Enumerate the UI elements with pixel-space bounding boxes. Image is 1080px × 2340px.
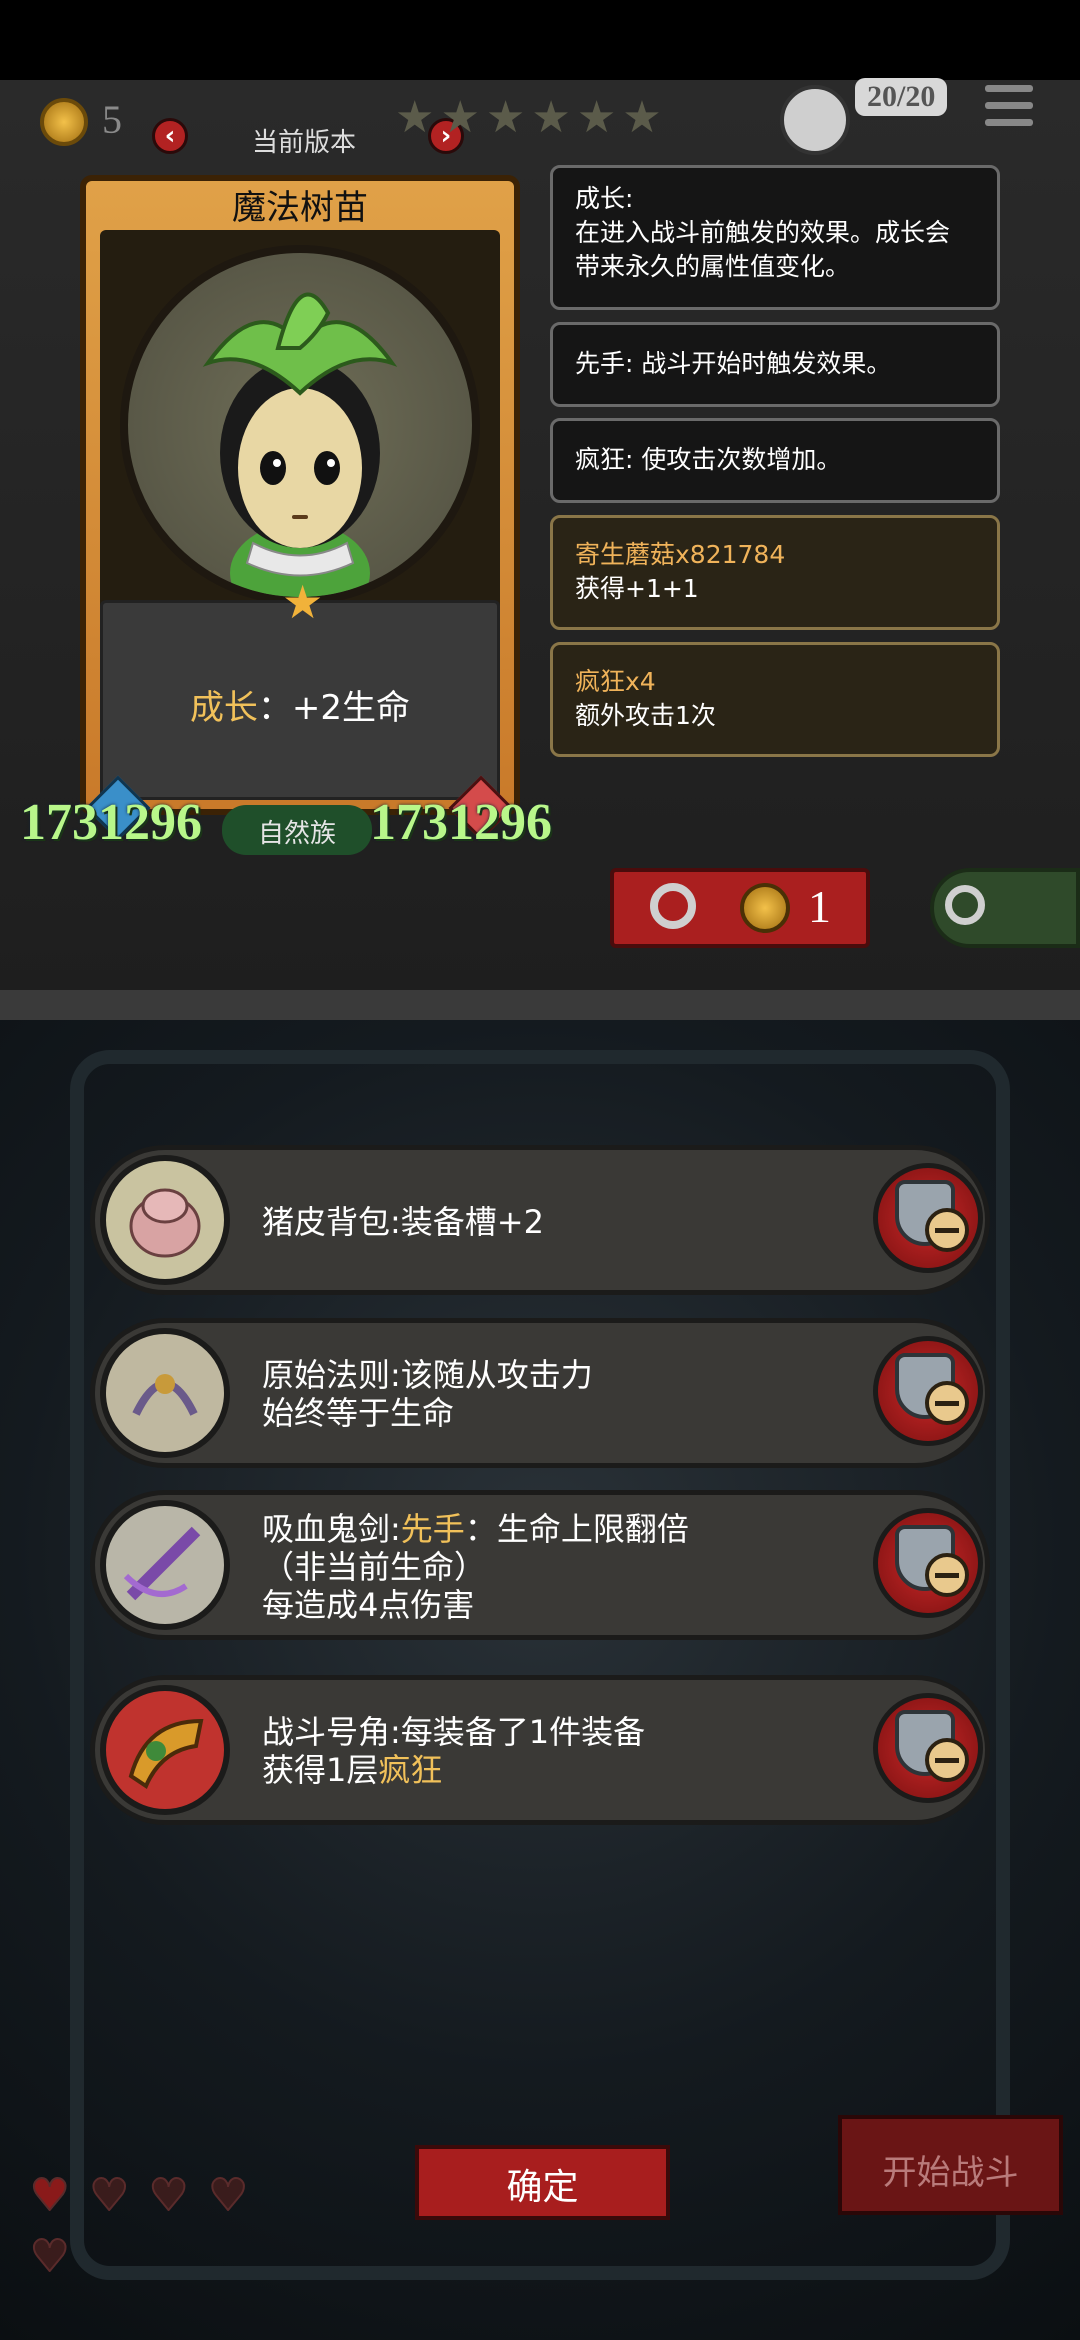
start-battle-label: 开始战斗: [882, 2153, 1019, 2193]
tribe-label: 自然族: [257, 819, 336, 849]
equipment-description: 战斗号角:每装备了1件装备 获得1层疯狂: [262, 1713, 862, 1789]
tooltip-title: 寄生蘑菇x821784: [575, 540, 786, 569]
star-rating: ★ ★ ★ ★ ★ ★: [395, 96, 662, 140]
coin-icon: [740, 883, 790, 933]
minion-portrait: [120, 245, 480, 605]
equipment-description: 原始法则:该随从攻击力 始终等于生命: [262, 1356, 862, 1432]
tooltip-growth: 成长: 在进入战斗前触发的效果。成长会 带来永久的属性值变化。: [550, 165, 1000, 310]
equipment-line: 每造成4点伤害: [262, 1586, 475, 1624]
panel-divider: [0, 990, 1080, 1020]
equipment-description: 吸血鬼剑:先手：生命上限翻倍 （非当前生命） 每造成4点伤害: [262, 1510, 862, 1624]
star-icon: ★: [485, 92, 526, 143]
player-avatar[interactable]: [780, 85, 850, 155]
keyword-first-strike: 先手: [400, 1510, 465, 1548]
sapling-character-icon: [202, 292, 398, 597]
capacity-badge: 20/20: [855, 78, 948, 116]
tooltip-line: 带来永久的属性值变化。: [575, 252, 851, 281]
tooltip-title: 成长:: [575, 184, 634, 213]
star-icon: ★: [440, 92, 480, 143]
primal-law-icon: [100, 1328, 230, 1458]
health-value: 1731296: [370, 794, 552, 851]
star-icon: ★: [622, 92, 662, 143]
keyword-frenzy: 疯狂: [378, 1751, 443, 1789]
card-description: 成长：+2生命: [100, 680, 500, 729]
keyword-growth: 成长: [189, 688, 258, 728]
tooltip-first-strike: 先手: 战斗开始时触发效果。: [550, 322, 1000, 407]
prev-version-button[interactable]: ‹: [152, 118, 188, 154]
equipment-line: 战斗号角:每装备了1件装备: [262, 1713, 646, 1751]
minus-bar: [935, 1228, 959, 1233]
star-icon: ★: [282, 575, 324, 629]
equipment-line: （非当前生命）: [262, 1548, 487, 1586]
attack-value: 1731296: [20, 794, 202, 851]
search-icon: [945, 885, 985, 925]
tooltip-line: 获得+1+1: [575, 574, 699, 603]
status-bar: [0, 0, 1080, 80]
equipment-line: 猪皮背包:装备槽+2: [262, 1203, 544, 1241]
tooltip-frenzy-stack: 疯狂x4 额外攻击1次: [550, 642, 1000, 757]
war-horn-icon: [100, 1685, 230, 1815]
vampire-sword-icon: [100, 1500, 230, 1630]
heart-icon: ♥: [148, 2169, 189, 2222]
minus-bar: [935, 1758, 959, 1763]
minus-bar: [935, 1401, 959, 1406]
heart-icon: ♥: [29, 2230, 70, 2283]
version-label: 当前版本: [252, 128, 357, 158]
equipment-effect: ：生命上限翻倍: [464, 1510, 689, 1548]
equipment-description: 猪皮背包:装备槽+2: [262, 1203, 862, 1241]
card-name: 魔法树苗: [232, 188, 368, 228]
lives-hearts: ♥ ♥ ♥ ♥ ♥: [29, 2169, 260, 2283]
equipment-line: 始终等于生命: [262, 1394, 455, 1432]
heart-icon: ♥: [207, 2169, 248, 2222]
description-text: ：+2生命: [257, 688, 411, 728]
coin-icon: [40, 98, 88, 146]
refresh-cost: 1: [808, 881, 831, 932]
heart-icon: ♥: [88, 2169, 129, 2222]
tooltip-title: 疯狂x4: [575, 667, 656, 696]
equipment-line: 原始法则:该随从攻击力: [262, 1356, 593, 1394]
refresh-icon: [650, 883, 696, 929]
pigskin-backpack-icon: [100, 1155, 230, 1285]
tooltip-parasite-mushroom: 寄生蘑菇x821784 获得+1+1: [550, 515, 1000, 630]
tooltip-line: 额外攻击1次: [575, 701, 716, 730]
menu-icon[interactable]: [985, 85, 1033, 126]
star-icon: ★: [531, 92, 571, 143]
heart-icon: ♥: [29, 2169, 70, 2222]
tooltip-line: 在进入战斗前触发的效果。成长会: [575, 218, 951, 247]
star-icon: ★: [576, 92, 617, 143]
coin-count: 5: [102, 97, 122, 142]
tooltip-frenzy: 疯狂: 使攻击次数增加。: [550, 418, 1000, 503]
confirm-label: 确定: [506, 2167, 579, 2208]
minus-bar: [935, 1573, 959, 1578]
star-icon: ★: [395, 92, 435, 143]
tooltip-line: 先手: 战斗开始时触发效果。: [575, 349, 892, 378]
tooltip-line: 疯狂: 使攻击次数增加。: [575, 445, 842, 474]
equipment-effect: 获得1层: [262, 1751, 379, 1789]
equipment-name: 吸血鬼剑:: [262, 1510, 401, 1548]
